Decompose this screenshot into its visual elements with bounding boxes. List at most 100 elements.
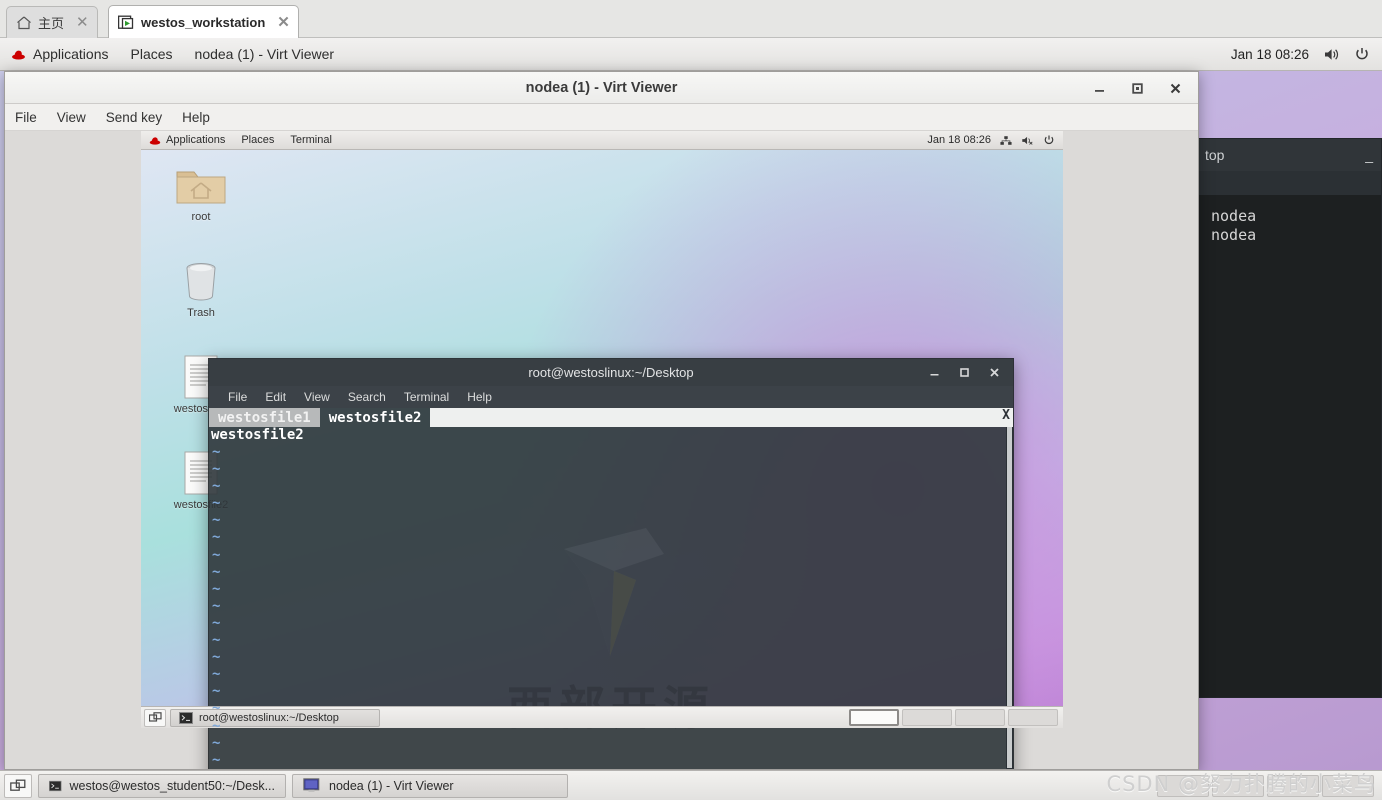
- desktop-icon-trash-label: Trash: [187, 307, 215, 319]
- home-icon: [17, 16, 31, 29]
- desktop-icon-trash[interactable]: Trash: [163, 256, 239, 319]
- vim-tabline-filler: [430, 408, 999, 427]
- background-terminal-output: nodea nodea: [1197, 195, 1381, 245]
- virt-viewer-menu-file[interactable]: File: [5, 110, 47, 125]
- virt-viewer-menu-help[interactable]: Help: [172, 110, 220, 125]
- maximize-button[interactable]: [949, 359, 979, 386]
- host-top-panel: Applications Places nodea (1) - Virt Vie…: [0, 38, 1382, 71]
- host-panel-status-area: Jan 18 08:26: [1231, 46, 1382, 62]
- browser-tab-home-label: 主页: [38, 16, 65, 31]
- host-taskbar-task-terminal[interactable]: westos@westos_student50:~/Desk...: [38, 773, 286, 798]
- background-terminal-window[interactable]: top _ nodea nodea: [1196, 138, 1382, 698]
- power-icon[interactable]: [1354, 46, 1370, 62]
- browser-tab-home[interactable]: 主页 ✕: [6, 6, 98, 38]
- trash-icon: [163, 256, 239, 304]
- host-taskbar-task-virt-viewer[interactable]: nodea (1) - Virt Viewer: [292, 773, 568, 798]
- background-terminal-menubar: [1197, 171, 1381, 195]
- background-terminal-titlebar: top _: [1197, 139, 1381, 171]
- browser-tab-westos-workstation[interactable]: westos_workstation ✕: [108, 5, 299, 39]
- vim-tabline: westosfile1 westosfile2 X: [209, 408, 1013, 427]
- terminal-output-line: nodea: [1211, 207, 1257, 225]
- vim-empty-line: ~: [212, 751, 221, 768]
- vim-empty-line: ~: [212, 512, 221, 529]
- redhat-icon: [149, 136, 161, 145]
- show-desktop-icon[interactable]: [4, 773, 32, 798]
- vim-empty-line: ~: [212, 734, 221, 751]
- network-icon[interactable]: [1000, 135, 1012, 146]
- show-desktop-icon[interactable]: [144, 708, 166, 727]
- guest-terminal-menubar: File Edit View Search Terminal Help: [209, 386, 1013, 408]
- host-places-menu[interactable]: Places: [120, 38, 184, 71]
- host-taskbar-task-virt-viewer-label: nodea (1) - Virt Viewer: [329, 778, 454, 793]
- vim-empty-line: ~: [212, 717, 221, 734]
- minimize-icon[interactable]: _: [1365, 147, 1373, 163]
- vim-empty-line: ~: [212, 529, 221, 546]
- screen: 主页 ✕ westos_workstation ✕ Applications P…: [0, 0, 1382, 800]
- terminal-icon: [179, 711, 193, 724]
- vim-empty-line: ~: [212, 614, 221, 631]
- guest-terminal-window[interactable]: root@westoslinux:~/Desktop File Edit Vie…: [208, 358, 1014, 769]
- browser-tab-westos-workstation-label: westos_workstation: [141, 15, 266, 30]
- close-button[interactable]: [1156, 72, 1194, 104]
- guest-workspace-4[interactable]: [1008, 709, 1058, 726]
- desktop-icon-root[interactable]: root: [163, 160, 239, 223]
- close-icon[interactable]: ✕: [277, 15, 290, 30]
- virt-viewer-menu-view[interactable]: View: [47, 110, 96, 125]
- guest-places-label: Places: [241, 134, 275, 146]
- vim-empty-line: ~: [212, 700, 221, 717]
- browser-tabstrip: 主页 ✕ westos_workstation ✕: [0, 0, 1382, 39]
- volume-icon[interactable]: [1323, 47, 1340, 62]
- guest-places-menu[interactable]: Places: [233, 131, 282, 150]
- vim-empty-line: ~: [212, 563, 221, 580]
- virt-viewer-menu-send-key[interactable]: Send key: [96, 110, 172, 125]
- host-places-label: Places: [130, 46, 173, 62]
- csdn-watermark: CSDN @努力扑腾的小菜鸟: [1106, 772, 1376, 796]
- vim-buffer-first-line: westosfile2: [211, 427, 304, 443]
- home-folder-icon: [163, 160, 239, 208]
- guest-active-window-title[interactable]: Terminal: [282, 131, 340, 150]
- terminal-menu-view[interactable]: View: [295, 390, 339, 404]
- guest-applications-menu[interactable]: Applications: [141, 131, 233, 150]
- guest-applications-label: Applications: [166, 134, 226, 146]
- power-icon[interactable]: [1043, 134, 1055, 146]
- minimize-button[interactable]: [919, 359, 949, 386]
- host-taskbar-task-terminal-label: westos@westos_student50:~/Desk...: [69, 778, 276, 793]
- close-icon[interactable]: ✕: [76, 15, 89, 30]
- virt-viewer-menubar: File View Send key Help: [5, 104, 1198, 131]
- vim-tab-westosfile1[interactable]: westosfile1: [209, 408, 320, 427]
- vim-empty-line: ~: [212, 683, 221, 700]
- vm-console-icon: [118, 15, 134, 29]
- minimize-button[interactable]: [1080, 72, 1118, 104]
- terminal-menu-search[interactable]: Search: [339, 390, 395, 404]
- guest-active-window-label: Terminal: [290, 134, 332, 146]
- terminal-icon: [49, 780, 62, 791]
- close-button[interactable]: [979, 359, 1009, 386]
- vim-editor-screen[interactable]: 西部开源 westosfile1 westosfile2: [209, 408, 1013, 769]
- host-active-window-title[interactable]: nodea (1) - Virt Viewer: [184, 38, 346, 71]
- host-applications-menu[interactable]: Applications: [0, 38, 120, 71]
- guest-panel-status-area: Jan 18 08:26: [927, 134, 1063, 146]
- terminal-menu-edit[interactable]: Edit: [256, 390, 295, 404]
- vim-empty-line: ~: [212, 597, 221, 614]
- vim-tab-close-icon[interactable]: X: [999, 408, 1013, 427]
- terminal-menu-terminal[interactable]: Terminal: [395, 390, 458, 404]
- virt-viewer-display-area: Applications Places Terminal Jan 18 08:2…: [5, 131, 1198, 769]
- vim-tab-westosfile1-label: westosfile1: [218, 409, 311, 426]
- vim-empty-line: ~: [212, 461, 221, 478]
- terminal-menu-help[interactable]: Help: [458, 390, 501, 404]
- vim-empty-line: ~: [212, 580, 221, 597]
- maximize-button[interactable]: [1118, 72, 1156, 104]
- vim-tab-westosfile2[interactable]: westosfile2: [320, 408, 431, 427]
- guest-desktop: Applications Places Terminal Jan 18 08:2…: [141, 131, 1063, 769]
- virt-viewer-window[interactable]: nodea (1) - Virt Viewer File View Send k…: [4, 71, 1199, 770]
- background-terminal-title: top: [1205, 147, 1225, 163]
- host-clock[interactable]: Jan 18 08:26: [1231, 47, 1309, 62]
- vim-empty-line: ~: [212, 444, 221, 460]
- virt-viewer-title: nodea (1) - Virt Viewer: [525, 79, 678, 96]
- guest-clock[interactable]: Jan 18 08:26: [927, 134, 991, 146]
- volume-muted-icon[interactable]: [1021, 135, 1034, 146]
- guest-top-panel: Applications Places Terminal Jan 18 08:2…: [141, 131, 1063, 150]
- vim-empty-line: ~: [212, 666, 221, 683]
- terminal-menu-file[interactable]: File: [219, 390, 256, 404]
- guest-terminal-title: root@westoslinux:~/Desktop: [528, 365, 694, 380]
